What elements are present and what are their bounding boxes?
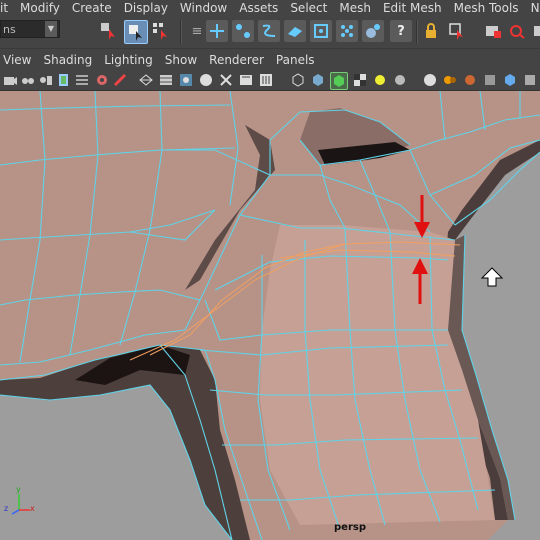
make-live-icon[interactable]	[336, 20, 358, 42]
camera-label: persp	[334, 522, 366, 533]
menu-set-dropdown[interactable]: ns ▼	[0, 20, 60, 38]
snap-to-point-icon[interactable]	[258, 20, 280, 42]
screen-space-ao-icon[interactable]	[258, 72, 274, 88]
menu-assets[interactable]: Assets	[233, 0, 284, 16]
axis-label-z: z	[4, 504, 9, 513]
snap-to-curve-icon[interactable]	[232, 20, 254, 42]
grid-view-icon[interactable]	[74, 72, 90, 88]
smooth-shade-all-icon[interactable]	[158, 72, 174, 88]
main-menubar: it Modify Create Display Window Assets S…	[0, 0, 540, 16]
move-cursor-icon	[480, 267, 504, 287]
render-settings-icon[interactable]	[530, 20, 540, 42]
select-by-component-icon[interactable]	[150, 20, 172, 42]
perspective-viewport[interactable]: y x z	[0, 91, 540, 540]
panel-menu-renderer[interactable]: Renderer	[203, 53, 270, 67]
sphere-icon[interactable]	[392, 72, 408, 88]
use-all-lights-icon[interactable]	[218, 72, 234, 88]
panel-menu-panels[interactable]: Panels	[270, 53, 321, 67]
select-by-object-icon[interactable]	[124, 20, 148, 44]
cube-icon[interactable]	[502, 72, 518, 88]
ipr-render-icon[interactable]	[506, 20, 528, 42]
resolution-gate-icon[interactable]	[112, 72, 128, 88]
select-lock-icon[interactable]	[446, 20, 468, 42]
menu-select[interactable]: Select	[284, 0, 333, 16]
light-icon[interactable]	[372, 72, 388, 88]
panel-menubar: View Shading Lighting Show Renderer Pane…	[0, 48, 540, 71]
mesh-render[interactable]	[0, 91, 540, 540]
view-axis-gizmo	[11, 494, 30, 515]
lock-icon[interactable]	[420, 20, 442, 42]
menu-modify[interactable]: Modify	[14, 0, 66, 16]
toolbar-divider	[416, 20, 418, 44]
menu-set-value: ns	[3, 23, 16, 36]
collapse-icon[interactable]: ≡	[186, 20, 208, 42]
textured-icon[interactable]	[198, 72, 214, 88]
panel-menu-shading[interactable]: Shading	[37, 53, 98, 67]
xray-active-components-icon[interactable]	[330, 72, 348, 90]
panel-menu-view[interactable]: View	[0, 53, 37, 67]
panel-menu-show[interactable]: Show	[159, 53, 203, 67]
panel-menu-lighting[interactable]: Lighting	[98, 53, 159, 67]
help-icon[interactable]: ?	[390, 20, 412, 42]
menu-mesh-tools[interactable]: Mesh Tools	[448, 0, 525, 16]
chevron-down-icon: ▼	[45, 21, 57, 37]
motion-blur-icon[interactable]	[442, 72, 458, 88]
menu-edit-partial[interactable]: it	[0, 0, 14, 16]
wireframe-shading-icon[interactable]	[138, 72, 154, 88]
axis-label-y: y	[16, 485, 21, 494]
select-camera-icon[interactable]	[2, 72, 18, 88]
snap-to-grid-icon[interactable]	[206, 20, 228, 42]
menu-display[interactable]: Display	[118, 0, 174, 16]
fullscreen-icon[interactable]	[522, 72, 538, 88]
snap-to-surface-icon[interactable]	[310, 20, 332, 42]
xray-joints-icon[interactable]	[352, 72, 368, 88]
depth-of-field-icon[interactable]	[482, 72, 498, 88]
menu-create[interactable]: Create	[66, 0, 118, 16]
default-material-icon[interactable]	[178, 72, 194, 88]
shadows-icon[interactable]	[238, 72, 254, 88]
menu-mesh[interactable]: Mesh	[333, 0, 377, 16]
isolate-select-icon[interactable]	[290, 72, 306, 88]
hud-sphere-icon[interactable]	[422, 72, 438, 88]
bookmarks-icon[interactable]	[38, 72, 54, 88]
film-gate-icon[interactable]	[94, 72, 110, 88]
select-by-hierarchy-icon[interactable]	[98, 20, 120, 42]
render-icon[interactable]	[482, 20, 504, 42]
menu-normals[interactable]: Normals	[525, 0, 540, 16]
image-plane-icon[interactable]	[56, 72, 72, 88]
anti-alias-icon[interactable]	[462, 72, 478, 88]
xray-icon[interactable]	[310, 72, 326, 88]
snap-to-view-plane-icon[interactable]	[284, 20, 306, 42]
snap-together-icon[interactable]	[362, 20, 384, 42]
menu-edit-mesh[interactable]: Edit Mesh	[377, 0, 448, 16]
menu-window[interactable]: Window	[174, 0, 233, 16]
toolbar-divider	[180, 20, 182, 44]
axis-label-x: x	[30, 504, 35, 513]
camera-attributes-icon[interactable]	[20, 72, 36, 88]
